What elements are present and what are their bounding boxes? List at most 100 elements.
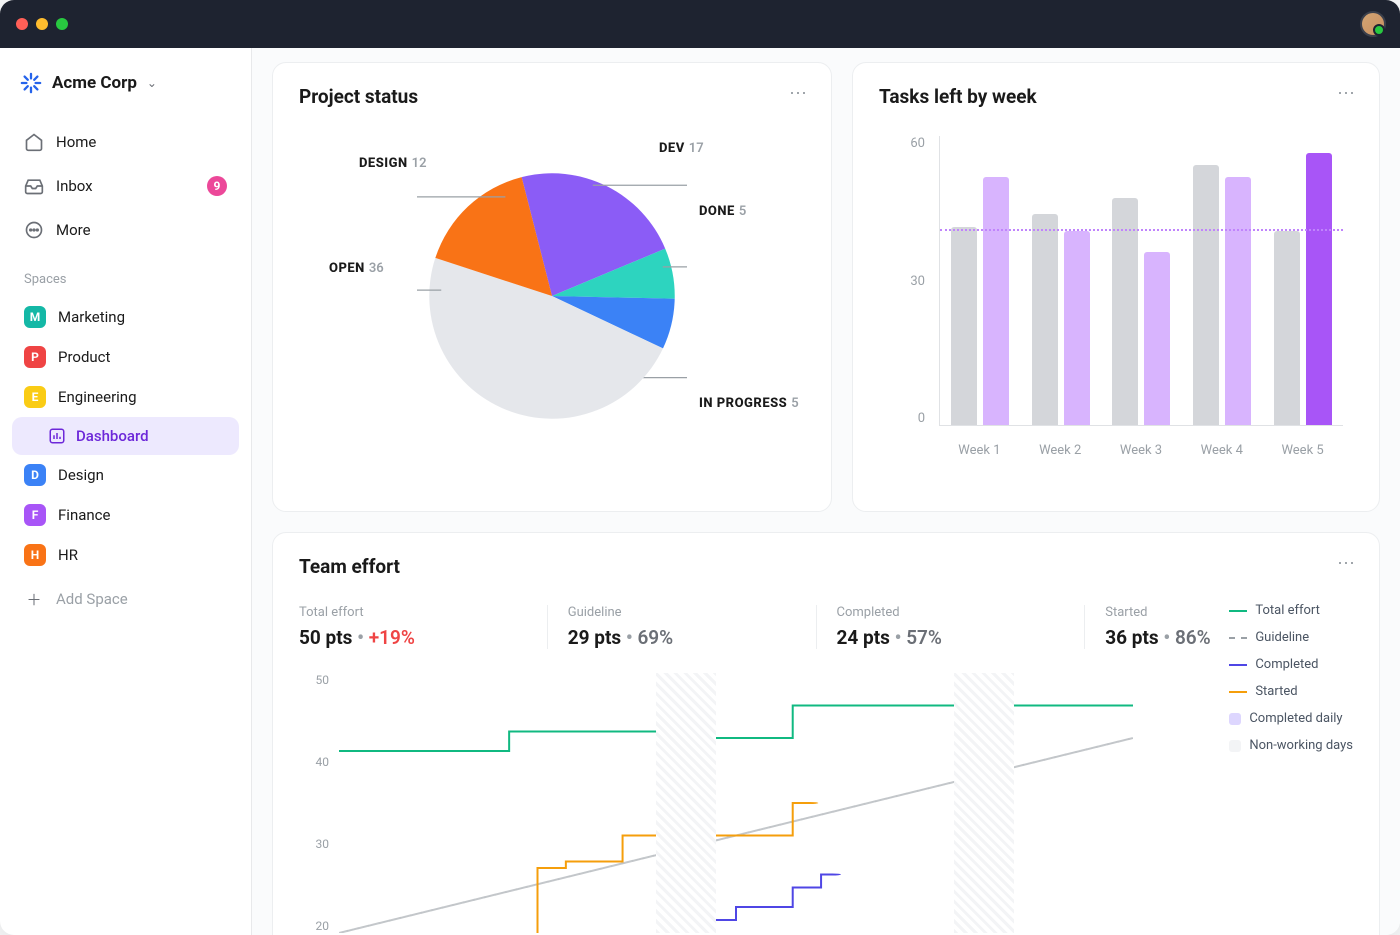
legend-item: Completed — [1229, 657, 1353, 672]
legend-item: Guideline — [1229, 630, 1353, 645]
sidebar-space-product[interactable]: PProduct — [12, 337, 239, 377]
close-icon[interactable] — [16, 18, 28, 30]
legend-label: Guideline — [1255, 630, 1309, 645]
bar-group — [948, 136, 1012, 425]
non-working-range — [954, 673, 1014, 933]
bar-b — [1064, 231, 1090, 425]
dashboard-icon — [48, 427, 66, 445]
nav-inbox[interactable]: Inbox 9 — [12, 166, 239, 206]
x-label: Week 3 — [1120, 443, 1162, 458]
minimize-icon[interactable] — [36, 18, 48, 30]
legend-label: Completed — [1255, 657, 1318, 672]
bar-a — [1193, 165, 1219, 425]
y-tick: 20 — [316, 919, 330, 933]
x-label: Week 2 — [1039, 443, 1081, 458]
stat-label: Total effort — [299, 605, 527, 620]
bar-group — [1190, 136, 1254, 425]
card-title: Project status — [299, 85, 805, 108]
stat-total-effort: Total effort 50 pts • +19% — [299, 605, 548, 649]
bar-b — [1225, 177, 1251, 425]
legend-item: Non-working days — [1229, 738, 1353, 753]
tasks-left-card: Tasks left by week ⋯ 60300 Week 1Week 2W… — [852, 62, 1380, 512]
space-label: Finance — [58, 506, 110, 524]
space-badge-icon: E — [24, 386, 46, 408]
project-status-card: Project status ⋯ DEV 17 DONE 5 IN PROGRESS… — [272, 62, 832, 512]
more-icon — [24, 220, 44, 240]
pie-label: OPEN 36 — [329, 261, 384, 276]
space-badge-icon: F — [24, 504, 46, 526]
bar-a — [1274, 231, 1300, 425]
sidebar-space-hr[interactable]: H HR — [12, 535, 239, 575]
pie-label: DONE 5 — [699, 204, 746, 219]
chevron-down-icon: ⌄ — [147, 76, 157, 90]
card-title: Team effort — [299, 555, 1353, 578]
plus-icon: ＋ — [24, 589, 44, 609]
pie-label: IN PROGRESS 5 — [699, 396, 799, 411]
stat-value: 29 pts • 69% — [568, 626, 796, 649]
legend-swatch — [1229, 691, 1247, 693]
legend-swatch — [1229, 740, 1241, 752]
stat-value: 50 pts • +19% — [299, 626, 527, 649]
inbox-badge: 9 — [207, 176, 227, 196]
bar-b — [1144, 252, 1170, 425]
line-end-dot — [824, 874, 841, 876]
stat-completed: Completed24 pts • 57% — [817, 605, 1086, 649]
space-label: Design — [58, 466, 104, 484]
sidebar-section-label: Spaces — [12, 254, 239, 293]
y-tick: 30 — [316, 837, 330, 851]
non-working-range — [656, 673, 716, 933]
nav-label: Home — [56, 133, 96, 151]
nav-label: More — [56, 221, 91, 239]
y-tick: 50 — [316, 673, 330, 687]
stat-guideline: Guideline 29 pts • 69% — [548, 605, 817, 649]
card-menu-button[interactable]: ⋯ — [789, 83, 809, 104]
bar-group — [1270, 136, 1334, 425]
subitem-label: Dashboard — [76, 427, 149, 445]
space-label: HR — [58, 546, 78, 564]
pie-label: DESIGN 12 — [359, 156, 427, 171]
bar-b — [983, 177, 1009, 425]
legend-item: Total effort — [1229, 603, 1353, 618]
y-tick: 0 — [918, 411, 925, 426]
stat-label: Guideline — [568, 605, 796, 620]
stat-label: Completed — [837, 605, 1065, 620]
bar-a — [1112, 198, 1138, 425]
pie-chart: DEV 17 DONE 5 IN PROGRESS 5 OPEN 36 DESIGN 1… — [299, 126, 805, 466]
legend-swatch — [1229, 610, 1247, 612]
legend-item: Started — [1229, 684, 1353, 699]
pie-label: DEV 17 — [659, 141, 704, 156]
legend-label: Completed daily — [1249, 711, 1342, 726]
add-space-button[interactable]: ＋ Add Space — [12, 579, 239, 619]
workspace-logo-icon — [20, 72, 42, 94]
maximize-icon[interactable] — [56, 18, 68, 30]
space-badge-icon: D — [24, 464, 46, 486]
space-badge-icon: H — [24, 544, 46, 566]
line-chart: 50403020 — [299, 673, 1133, 933]
legend-item: Completed daily — [1229, 711, 1353, 726]
sidebar-subitem-dashboard[interactable]: Dashboard — [12, 417, 239, 455]
titlebar — [0, 0, 1400, 48]
nav-more[interactable]: More — [12, 210, 239, 250]
legend-label: Non-working days — [1249, 738, 1353, 753]
space-badge-icon: M — [24, 306, 46, 328]
x-label: Week 4 — [1201, 443, 1243, 458]
sidebar-space-finance[interactable]: F Finance — [12, 495, 239, 535]
legend-label: Started — [1255, 684, 1297, 699]
nav-home[interactable]: Home — [12, 122, 239, 162]
reference-line — [940, 229, 1343, 231]
space-label: Engineering — [58, 388, 137, 406]
nav-label: Inbox — [56, 177, 93, 195]
legend-swatch — [1229, 664, 1247, 666]
legend-swatch — [1229, 713, 1241, 725]
sidebar-space-marketing[interactable]: MMarketing — [12, 297, 239, 337]
sidebar-space-engineering[interactable]: E Engineering — [12, 377, 239, 417]
line-total-effort — [339, 706, 1133, 752]
card-menu-button[interactable]: ⋯ — [1337, 553, 1357, 574]
avatar[interactable] — [1360, 11, 1386, 37]
workspace-switcher[interactable]: Acme Corp ⌄ — [12, 66, 239, 100]
sidebar-space-design[interactable]: D Design — [12, 455, 239, 495]
sidebar: Acme Corp ⌄ Home Inbox 9 More Spaces MMa… — [0, 48, 252, 935]
main-content: Project status ⋯ DEV 17 DONE 5 IN PROGRESS… — [252, 48, 1400, 935]
legend-swatch — [1229, 637, 1247, 639]
card-menu-button[interactable]: ⋯ — [1337, 83, 1357, 104]
